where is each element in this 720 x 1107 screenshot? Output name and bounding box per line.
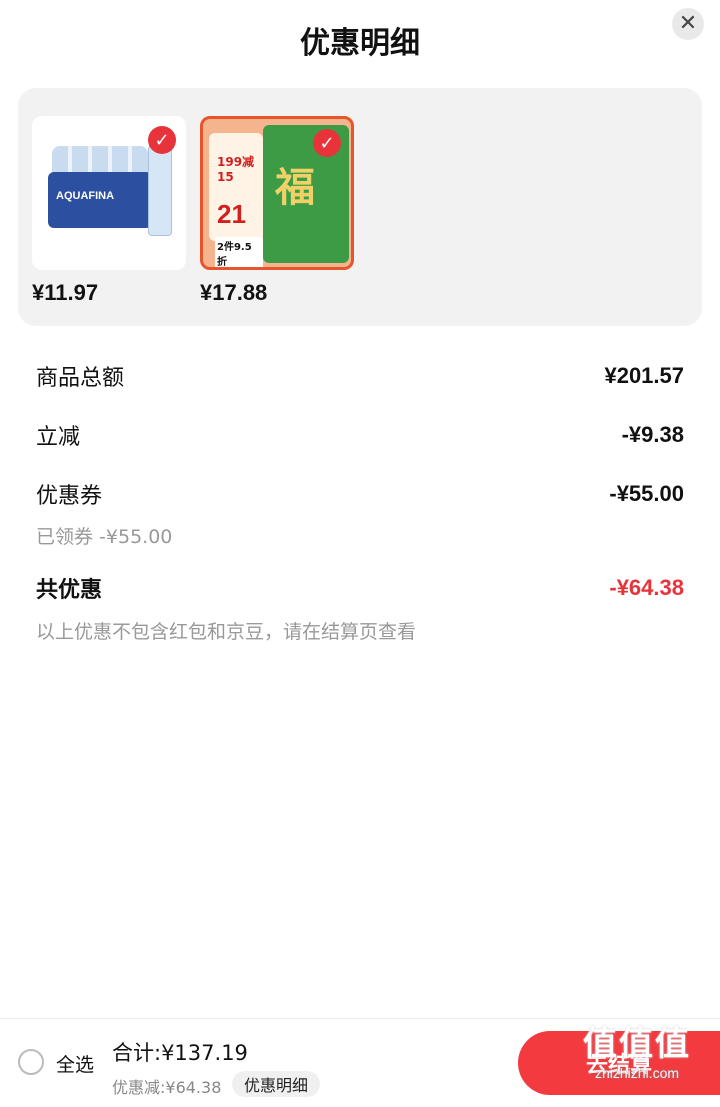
page-title: 优惠明细 <box>300 26 420 61</box>
instant-discount-label: 立减 <box>36 425 81 450</box>
select-all-label[interactable]: 全选 <box>56 1050 94 1077</box>
watermark-url: zhizhizhi.com <box>594 1065 680 1081</box>
single-bottle-graphic <box>148 142 172 236</box>
promo-price: 21 <box>217 199 246 229</box>
instant-discount-value: -¥9.38 <box>621 422 684 447</box>
watermark-logo: 值值值 <box>583 1025 691 1063</box>
checkmark-icon[interactable]: ✓ <box>148 126 176 154</box>
close-button[interactable]: ✕ <box>672 8 704 40</box>
promo-text-mid: 2件9.5折 <box>215 237 263 267</box>
products-panel: AQUAFINA ✓ ¥11.97 199减15 21 2件9.5折 福 ✓ ¥… <box>18 88 702 326</box>
product-card-water[interactable]: AQUAFINA ✓ ¥11.97 <box>32 116 186 306</box>
coupon-value: -¥55.00 <box>609 481 684 506</box>
product-image-water[interactable]: AQUAFINA ✓ <box>32 116 186 270</box>
total-discount-label: 共优惠 <box>36 578 103 603</box>
select-all-radio[interactable] <box>18 1049 44 1075</box>
subtotal-label: 商品总额 <box>36 366 125 391</box>
promo-text-top: 199减15 <box>217 155 255 184</box>
subtotal-value: ¥201.57 <box>604 363 684 388</box>
close-icon: ✕ <box>678 11 698 36</box>
coupon-sub: 已领券 -¥55.00 <box>36 526 173 548</box>
product-card-rice[interactable]: 199减15 21 2件9.5折 福 ✓ ¥17.88 <box>200 116 354 306</box>
discount-summary: 优惠减:¥64.38 <box>112 1078 222 1097</box>
water-brand-text: AQUAFINA <box>56 190 115 202</box>
promo-panel: 199减15 21 2件9.5折 <box>209 133 263 267</box>
product-image-rice[interactable]: 199减15 21 2件9.5折 福 ✓ <box>200 116 354 270</box>
checkmark-icon[interactable]: ✓ <box>313 129 341 157</box>
discount-note: 以上优惠不包含红包和京豆，请在结算页查看 <box>36 621 417 643</box>
subtotal-row: 商品总额 ¥201.57 <box>36 358 684 394</box>
sum-total: 合计:¥137.19 <box>112 1041 248 1065</box>
instant-discount-row: 立减 -¥9.38 <box>36 417 684 453</box>
coupon-row: 优惠券 -¥55.00 <box>36 476 684 512</box>
coupon-label: 优惠券 <box>36 484 103 509</box>
total-discount-value: -¥64.38 <box>609 575 684 600</box>
product-price: ¥11.97 <box>32 280 99 305</box>
discount-detail-button[interactable]: 优惠明细 <box>232 1071 321 1097</box>
product-price: ¥17.88 <box>200 280 268 305</box>
watermark: 值值值 zhizhizhi.com <box>562 1016 712 1081</box>
rice-logo: 福 <box>275 164 315 211</box>
total-discount-row: 共优惠 -¥64.38 <box>36 570 684 606</box>
